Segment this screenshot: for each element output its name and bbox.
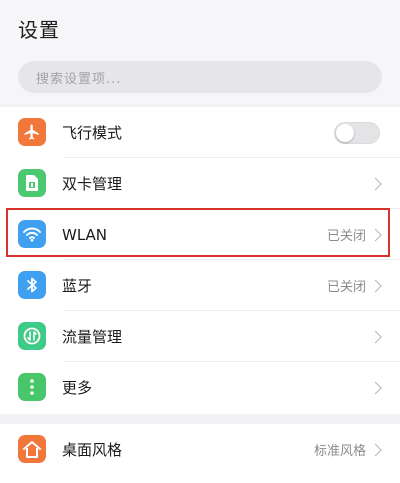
setting-label: 桌面风格 [62,441,123,459]
search-input[interactable]: 搜索设置项... [18,61,382,93]
chevron-right-icon [369,330,382,343]
chevron-right-icon [369,279,382,292]
setting-dual-sim[interactable]: 双卡管理 [0,158,400,209]
chevron-right-icon [369,177,382,190]
bluetooth-icon [18,271,46,299]
chevron-right-icon [369,228,382,241]
setting-label: 更多 [62,379,93,397]
setting-bluetooth[interactable]: 蓝牙 已关闭 [0,260,400,311]
setting-airplane-mode[interactable]: 飞行模式 [0,107,400,158]
more-icon [18,373,46,401]
setting-value: 已关闭 [326,280,366,295]
home-icon [18,435,46,463]
setting-label: 飞行模式 [62,124,123,142]
page-title: 设置 [18,18,60,42]
sim-card-icon [18,169,46,197]
setting-value: 标准风格 [313,444,366,459]
chevron-right-icon [369,381,382,394]
setting-more[interactable]: 更多 [0,362,400,413]
header: 设置 搜索设置项... [0,0,400,104]
toggle-knob [336,124,354,142]
setting-data-usage[interactable]: 流量管理 [0,311,400,362]
settings-group-display: 桌面风格 标准风格 [0,424,400,483]
settings-group-network: 飞行模式 双卡管理 WLAN 已关闭 蓝牙 已关闭 流量管理 更多 [0,107,400,414]
search-placeholder: 搜索设置项... [36,71,122,87]
setting-wlan[interactable]: WLAN 已关闭 [0,209,400,260]
setting-value: 已关闭 [326,229,366,244]
setting-label: 流量管理 [62,328,123,346]
airplane-mode-toggle[interactable] [334,122,380,144]
setting-home-style[interactable]: 桌面风格 标准风格 [0,424,400,475]
wifi-icon [18,220,46,248]
airplane-icon [18,118,46,146]
setting-label: WLAN [62,225,108,244]
data-usage-icon [18,322,46,350]
setting-label: 蓝牙 [62,277,93,295]
chevron-right-icon [369,443,382,456]
setting-label: 双卡管理 [62,175,123,193]
